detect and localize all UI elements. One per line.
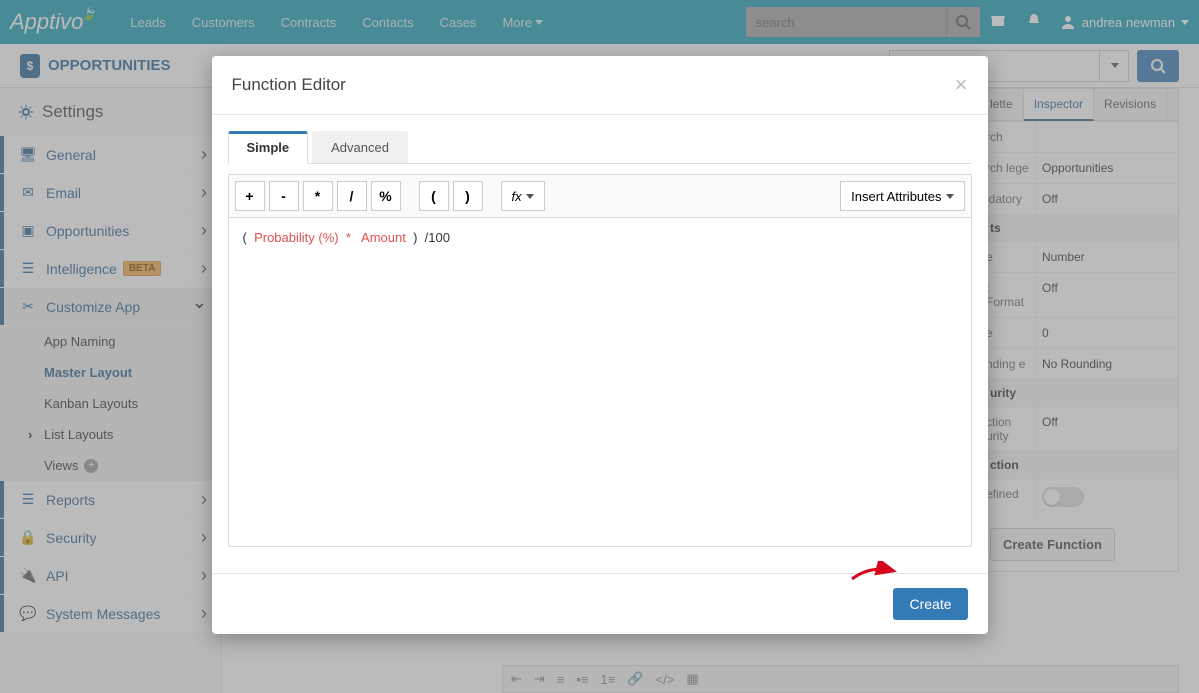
- tab-simple[interactable]: Simple: [228, 131, 309, 164]
- token-attribute-probability[interactable]: Probability (%): [254, 230, 339, 245]
- token-paren: ): [413, 230, 417, 245]
- insert-attributes-label: Insert Attributes: [851, 189, 941, 204]
- function-editor-modal: Function Editor × Simple Advanced + - * …: [212, 56, 988, 634]
- modal-title: Function Editor: [232, 75, 346, 95]
- caret-down-icon: [946, 194, 954, 199]
- insert-attributes-dropdown[interactable]: Insert Attributes: [840, 181, 964, 211]
- tab-advanced[interactable]: Advanced: [312, 131, 408, 163]
- token-paren: (: [243, 230, 247, 245]
- modal-body: Simple Advanced + - * / % ( ) fx Insert …: [212, 115, 988, 563]
- fx-label: fx: [512, 189, 522, 204]
- create-button[interactable]: Create: [893, 588, 967, 620]
- op-multiply[interactable]: *: [303, 181, 333, 211]
- op-right-paren[interactable]: ): [453, 181, 483, 211]
- op-divide[interactable]: /: [337, 181, 367, 211]
- token-operator: *: [346, 230, 351, 245]
- caret-down-icon: [526, 194, 534, 199]
- op-percent[interactable]: %: [371, 181, 401, 211]
- op-fx-dropdown[interactable]: fx: [501, 181, 545, 211]
- modal-footer: Create: [212, 573, 988, 634]
- modal-header: Function Editor ×: [212, 56, 988, 115]
- token-literal: /100: [425, 230, 450, 245]
- token-attribute-amount[interactable]: Amount: [361, 230, 406, 245]
- expression-editor[interactable]: ( Probability (%) * Amount ) /100: [228, 217, 972, 547]
- function-editor-tabs: Simple Advanced: [228, 131, 972, 164]
- close-button[interactable]: ×: [955, 72, 968, 98]
- operator-toolbar: + - * / % ( ) fx Insert Attributes: [228, 174, 972, 217]
- op-left-paren[interactable]: (: [419, 181, 449, 211]
- op-minus[interactable]: -: [269, 181, 299, 211]
- op-plus[interactable]: +: [235, 181, 265, 211]
